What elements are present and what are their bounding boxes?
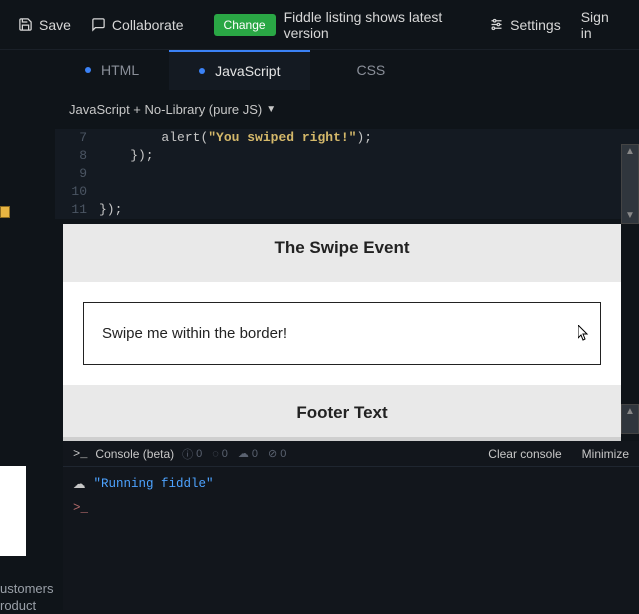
code-line[interactable]: 9 [55,165,639,183]
code-text: }); [99,147,154,165]
swipe-box-text: Swipe me within the border! [102,325,287,342]
save-icon [18,17,33,32]
console-title: Console (beta) [95,447,174,461]
count-err: ⊘0 [268,447,286,460]
console-header: >_ Console (beta) ⓘ0 ◌0 ☁0 ⊘0 Clear cons… [63,441,639,467]
tab-html-label: HTML [101,62,139,78]
tab-js-label: JavaScript [215,63,280,79]
code-line[interactable]: 7 alert("You swiped right!"); [55,129,639,147]
line-number: 9 [55,165,99,183]
tab-javascript[interactable]: JavaScript [169,50,310,90]
clear-console-button[interactable]: Clear console [488,447,561,461]
collaborate-icon [91,17,106,32]
dot-icon [199,68,205,74]
collaborate-label: Collaborate [112,17,184,33]
tab-html[interactable]: HTML [55,50,169,90]
console-log-line: ☁ "Running fiddle" [73,473,629,495]
cloud-icon: ☁ [73,476,86,492]
settings-icon [489,17,504,32]
change-badge[interactable]: Change [214,14,276,36]
tab-css-label: CSS [356,62,385,78]
top-toolbar: Save Collaborate Change Fiddle listing s… [0,0,639,50]
settings-button[interactable]: Settings [479,11,571,39]
tab-css[interactable]: CSS [310,50,415,90]
signin-button[interactable]: Sign in [571,3,631,47]
framework-label: JavaScript + No-Library (pure JS) [69,102,262,117]
count-cloud: ☁0 [238,447,258,460]
console-counts: ⓘ0 ◌0 ☁0 ⊘0 [182,446,286,462]
preview-footer: Footer Text [63,385,621,441]
gutter-marker [0,206,10,218]
output-preview: The Swipe Event Swipe me within the bord… [63,224,621,441]
cursor-icon [578,325,590,344]
listing-message: Fiddle listing shows latest version [284,9,480,41]
scrollbar-vertical[interactable]: ▲ ▼ [621,144,639,224]
settings-label: Settings [510,17,561,33]
scroll-down-icon[interactable]: ▼ [625,209,635,223]
preview-title: The Swipe Event [63,224,621,282]
line-number: 11 [55,201,99,219]
swipe-box[interactable]: Swipe me within the border! [83,302,601,365]
count-warn: ◌0 [212,448,228,460]
left-floating-panel [0,466,26,556]
console-icon: >_ [73,447,87,461]
count-info: ⓘ0 [182,446,202,462]
left-line1: ustomers [0,580,53,597]
console-prompt[interactable]: >_ [73,495,629,521]
line-number: 10 [55,183,99,201]
line-number: 8 [55,147,99,165]
editor-tabs: HTML JavaScript CSS [55,50,639,90]
code-editor[interactable]: 7 alert("You swiped right!");8 });91011}… [55,129,639,219]
left-line2: roduct [0,597,53,614]
code-text: }); [99,201,122,219]
line-number: 7 [55,129,99,147]
console-body: ☁ "Running fiddle" >_ [63,467,639,527]
code-text: alert("You swiped right!"); [99,129,372,147]
chevron-down-icon: ▼ [266,104,276,115]
code-line[interactable]: 8 }); [55,147,639,165]
left-sidebar-text: ustomers roduct [0,580,53,614]
dot-icon [85,67,91,73]
scrollbar-vertical-lower[interactable]: ▲ [621,404,639,434]
prompt-text: >_ [73,501,88,515]
console-panel: >_ Console (beta) ⓘ0 ◌0 ☁0 ⊘0 Clear cons… [63,441,639,610]
minimize-console-button[interactable]: Minimize [582,447,629,461]
code-line[interactable]: 10 [55,183,639,201]
save-button[interactable]: Save [8,11,81,39]
console-log-text: "Running fiddle" [94,477,214,491]
preview-body: Swipe me within the border! [63,282,621,385]
framework-dropdown[interactable]: JavaScript + No-Library (pure JS) ▼ [55,90,639,129]
code-line[interactable]: 11}); [55,201,639,219]
scroll-up-icon[interactable]: ▲ [625,145,635,159]
collaborate-button[interactable]: Collaborate [81,11,194,39]
scroll-up-icon[interactable]: ▲ [625,405,635,419]
save-label: Save [39,17,71,33]
